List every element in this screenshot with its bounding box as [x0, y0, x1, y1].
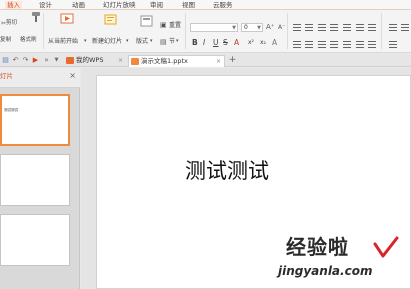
add-tab-button[interactable]: +: [228, 56, 237, 65]
section-icon[interactable]: ▤: [160, 38, 167, 47]
watermark-title: 经验啦: [286, 235, 349, 259]
chevron-down-icon: ▼: [232, 25, 236, 31]
smart-art-icon[interactable]: [368, 41, 376, 48]
more-arrow-icon[interactable]: »: [42, 56, 51, 65]
new-slide-icon[interactable]: [104, 13, 118, 25]
font-color-button[interactable]: A: [234, 38, 239, 48]
chevron-down-icon[interactable]: ▾: [126, 37, 129, 46]
slide-thumbnail-3[interactable]: [0, 214, 70, 266]
layout-icon[interactable]: [140, 15, 154, 27]
columns-icon[interactable]: [356, 41, 364, 48]
increase-indent-icon[interactable]: [330, 24, 338, 31]
increase-font-icon[interactable]: A⁺: [266, 23, 274, 32]
tab-presentation[interactable]: 演示文稿1.pptx ×: [128, 55, 225, 67]
bullet-list-icon[interactable]: [293, 24, 301, 31]
layout-button[interactable]: 版式: [136, 38, 148, 46]
wps-icon: [66, 57, 74, 64]
document-tab-bar: ▤ ↶ ↷ ▶ » ▼ 我的WPS × 演示文稿1.pptx × +: [0, 54, 411, 67]
check-mark-icon: [373, 236, 399, 258]
slide-thumbnail-2[interactable]: [0, 154, 70, 206]
chevron-down-icon[interactable]: ▼: [52, 56, 61, 65]
ribbon-separator: [43, 13, 44, 49]
watermark: 经验啦 jingyanla.com: [278, 236, 408, 288]
superscript-button[interactable]: x²: [248, 38, 254, 48]
menu-bar: 插入 设计 动画 幻灯片放映 审阅 视图 云服务: [0, 0, 411, 10]
panel-title: 灯片: [0, 72, 13, 80]
numbered-list-icon[interactable]: [305, 24, 313, 31]
ribbon-toolbar: ✂ 剪切 复制 格式刷 从当前开始 ▾ 新建幻灯片 ▾ 版式 ▾ ▣ 重置 ▤ …: [0, 10, 411, 53]
underline-button[interactable]: U: [213, 38, 219, 48]
chevron-down-icon[interactable]: ▾: [84, 37, 87, 46]
text-box-icon[interactable]: [389, 24, 397, 31]
reset-icon[interactable]: ▣: [160, 21, 167, 30]
subscript-button[interactable]: x₂: [260, 38, 266, 48]
close-icon[interactable]: ×: [216, 56, 221, 67]
undo-icon[interactable]: ↶: [11, 56, 20, 65]
tab-my-wps-label: 我的WPS: [76, 56, 104, 64]
distribute-icon[interactable]: [343, 41, 351, 48]
font-size-value: 0: [244, 24, 248, 31]
tab-my-wps[interactable]: 我的WPS ×: [64, 55, 126, 67]
font-size-select[interactable]: 0 ▼: [241, 23, 263, 32]
format-painter-icon[interactable]: [28, 11, 42, 23]
panel-header: 灯片 ×: [0, 68, 80, 88]
slide-title-text[interactable]: 测试测试: [97, 158, 357, 184]
new-slide-button[interactable]: 新建幻灯片: [92, 38, 122, 46]
line-spacing-icon[interactable]: [343, 24, 351, 31]
format-painter-button[interactable]: 格式刷: [20, 36, 37, 44]
copy-button[interactable]: 复制: [0, 36, 11, 44]
ribbon-separator: [381, 13, 382, 49]
chevron-down-icon[interactable]: ▾: [150, 37, 153, 46]
align-right-icon[interactable]: [318, 41, 326, 48]
slide-thumbnail-panel: 灯片 × 测试测试: [0, 68, 80, 289]
ribbon-separator: [185, 13, 186, 49]
align-center-icon[interactable]: [305, 41, 313, 48]
close-icon[interactable]: ×: [118, 55, 123, 66]
shape-icon[interactable]: [401, 24, 409, 31]
text-effect-button[interactable]: A: [272, 38, 277, 48]
ribbon-separator: [287, 13, 288, 49]
print-icon[interactable]: ▤: [1, 56, 10, 65]
play-from-current-icon[interactable]: [60, 13, 74, 25]
text-direction-icon[interactable]: [356, 24, 364, 31]
from-current-button[interactable]: 从当前开始: [48, 38, 78, 46]
justify-icon[interactable]: [330, 41, 338, 48]
decrease-indent-icon[interactable]: [318, 24, 326, 31]
bold-button[interactable]: B: [192, 38, 198, 48]
presentation-file-icon: [131, 58, 139, 65]
redo-icon[interactable]: ↷: [21, 56, 30, 65]
strikethrough-button[interactable]: S: [223, 38, 228, 48]
watermark-url: jingyanla.com: [278, 264, 373, 278]
align-left-icon[interactable]: [293, 41, 301, 48]
panel-close-button[interactable]: ×: [69, 71, 76, 80]
chevron-down-icon[interactable]: ▾: [176, 37, 179, 46]
chevron-down-icon: ▼: [257, 25, 261, 31]
section-button[interactable]: 节: [169, 38, 175, 46]
font-name-select[interactable]: ▼: [190, 23, 238, 32]
align-text-icon[interactable]: [368, 24, 376, 31]
slide-thumbnail-1[interactable]: 测试测试: [0, 94, 70, 146]
decrease-font-icon[interactable]: A⁻: [278, 23, 285, 32]
italic-button[interactable]: I: [203, 38, 205, 48]
reset-button[interactable]: 重置: [169, 22, 181, 30]
slideshow-icon[interactable]: ▶: [31, 56, 40, 65]
tab-presentation-label: 演示文稿1.pptx: [141, 57, 188, 65]
thumbnail-text: 测试测试: [4, 108, 18, 112]
cut-button[interactable]: 剪切: [0, 19, 17, 27]
arrange-icon[interactable]: [389, 41, 397, 48]
